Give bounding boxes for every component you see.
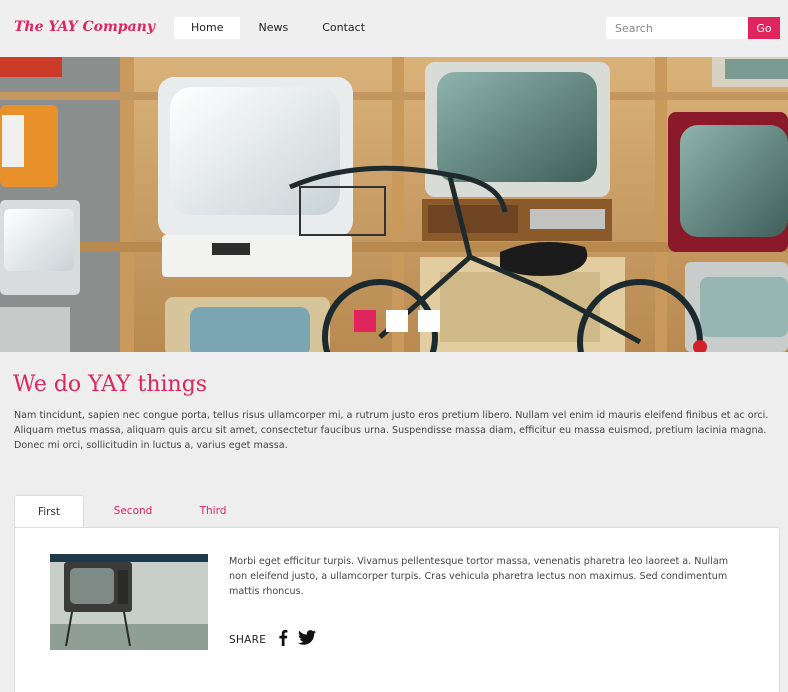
nav-item-contact[interactable]: Contact: [305, 17, 382, 39]
share-bar: SHARE: [229, 629, 317, 650]
facebook-icon[interactable]: [278, 629, 288, 650]
vintage-tv-image: [50, 554, 208, 650]
site-header: The YAY Company Home News Contact Go: [0, 0, 788, 57]
search-input[interactable]: [606, 17, 748, 39]
hero-image: [0, 57, 788, 352]
panel-text: Morbi eget efficitur turpis. Vivamus pel…: [229, 556, 729, 597]
content-tabs: First Second Third: [14, 495, 248, 529]
slider-dots: [354, 310, 440, 332]
slider-dot-1[interactable]: [354, 310, 376, 332]
tab-second[interactable]: Second: [98, 495, 168, 528]
slider-dot-3[interactable]: [418, 310, 440, 332]
main-nav: Home News Contact: [174, 17, 382, 39]
twitter-icon[interactable]: [298, 630, 317, 649]
nav-item-news[interactable]: News: [241, 17, 305, 39]
share-label: SHARE: [229, 633, 267, 646]
site-logo[interactable]: The YAY Company: [14, 19, 155, 35]
search-go-button[interactable]: Go: [748, 17, 780, 39]
slider-dot-2[interactable]: [386, 310, 408, 332]
intro-title: We do YAY things: [13, 372, 208, 397]
tab-first[interactable]: First: [14, 495, 84, 529]
intro-text: Nam tincidunt, sapien nec congue porta, …: [14, 410, 769, 451]
hero-slider: [0, 57, 788, 352]
tab-panel: Morbi eget efficitur turpis. Vivamus pel…: [14, 527, 780, 692]
tab-third[interactable]: Third: [178, 495, 248, 528]
nav-item-home[interactable]: Home: [174, 17, 241, 39]
